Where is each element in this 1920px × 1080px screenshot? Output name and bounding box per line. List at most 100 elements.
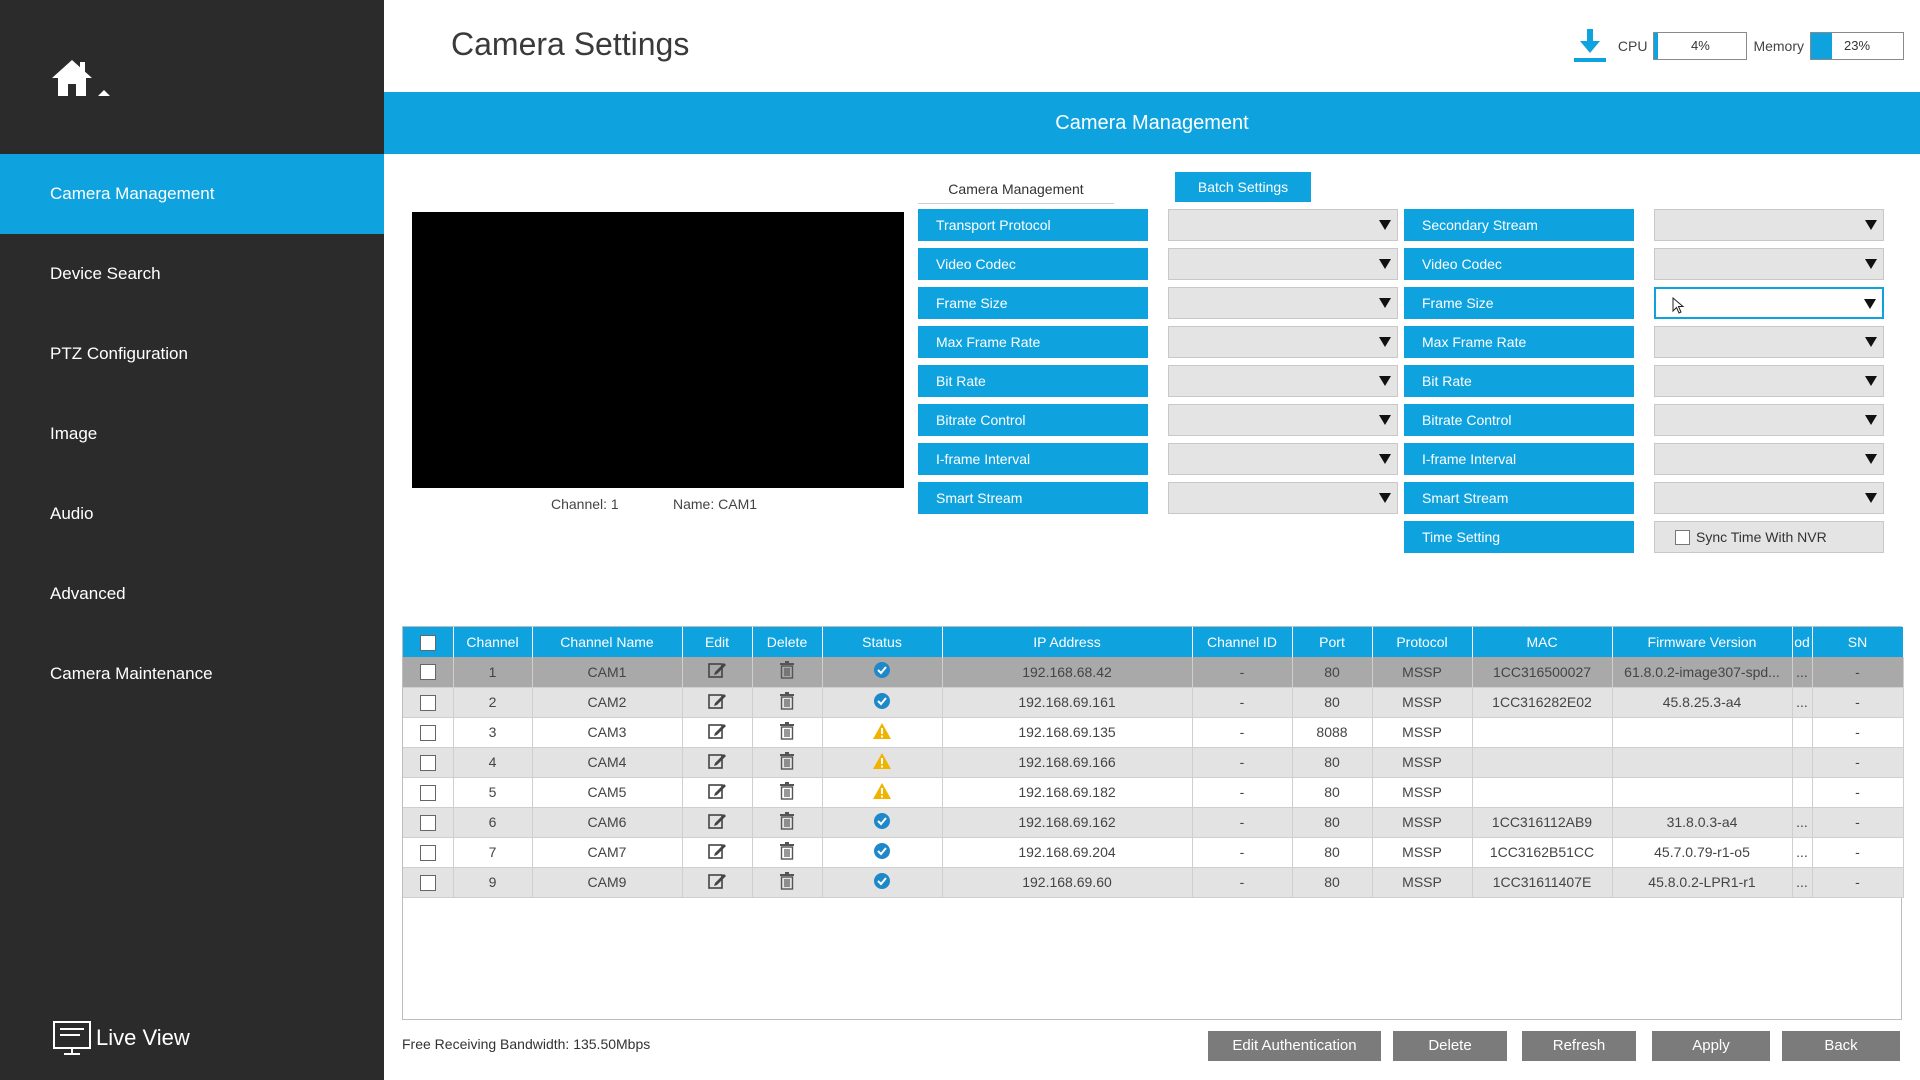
bandwidth-info: Free Receiving Bandwidth: 135.50Mbps	[402, 1036, 651, 1052]
sidebar: Camera Management Device Search PTZ Conf…	[0, 0, 384, 1080]
column-header[interactable]: Protocol	[1372, 627, 1473, 657]
sidebar-item-ptz-configuration[interactable]: PTZ Configuration	[0, 314, 384, 394]
row-checkbox[interactable]	[419, 814, 436, 831]
table-row[interactable]: 9 CAM9 192.168.69.60-80 MSSP 1CC31611407E 45.…	[403, 867, 1904, 898]
table-row[interactable]: 4 CAM4 192.168.69.166-80 MSSP -	[403, 747, 1904, 778]
delete-button[interactable]: Delete	[1393, 1031, 1507, 1061]
column-header[interactable]: MAC	[1472, 627, 1613, 657]
edit-authentication-button[interactable]: Edit Authentication	[1208, 1031, 1381, 1061]
select-secondary-frame-size[interactable]	[1654, 287, 1884, 319]
select-secondary-bitrate-control[interactable]	[1654, 404, 1884, 436]
row-checkbox[interactable]	[419, 664, 436, 681]
sidebar-item-audio[interactable]: Audio	[0, 474, 384, 554]
edit-icon[interactable]	[707, 781, 727, 804]
sidebar-item-camera-maintenance[interactable]: Camera Maintenance	[0, 634, 384, 714]
select-transport-protocol[interactable]	[1168, 209, 1398, 241]
sidebar-item-advanced[interactable]: Advanced	[0, 554, 384, 634]
row-checkbox[interactable]	[419, 724, 436, 741]
select-video-codec[interactable]	[1168, 248, 1398, 280]
tab-camera-management[interactable]: Camera Management	[918, 174, 1114, 204]
cell-edit	[682, 777, 753, 808]
sidebar-item-image[interactable]: Image	[0, 394, 384, 474]
cell-edit	[682, 747, 753, 778]
column-header[interactable]: Firmware Version	[1612, 627, 1793, 657]
sidebar-item-device-search[interactable]: Device Search	[0, 234, 384, 314]
table-row[interactable]: 6 CAM6 192.168.69.162-80 MSSP 1CC316112AB9 31…	[403, 807, 1904, 838]
column-header[interactable]: Delete	[752, 627, 823, 657]
row-checkbox[interactable]	[419, 844, 436, 861]
cell-channel-name: CAM6	[532, 807, 683, 838]
column-header[interactable]: od	[1792, 627, 1813, 657]
select-secondary-stream[interactable]	[1654, 209, 1884, 241]
sidebar-item-camera-management[interactable]: Camera Management	[0, 154, 384, 234]
edit-icon[interactable]	[707, 751, 727, 774]
edit-icon[interactable]	[707, 811, 727, 834]
home-icon[interactable]	[50, 56, 114, 100]
table-row[interactable]: 1 CAM1 192.168.68.42-80 MSSP 1CC316500027 61.…	[403, 657, 1904, 688]
cell-port: 80	[1292, 687, 1373, 718]
memory-meter: 23%	[1810, 32, 1904, 60]
trash-icon[interactable]	[779, 751, 795, 773]
trash-icon[interactable]	[779, 721, 795, 743]
table-row[interactable]: 7 CAM7 192.168.69.204-80 MSSP 1CC3162B51CC 45…	[403, 837, 1904, 868]
column-header[interactable]: Channel ID	[1192, 627, 1293, 657]
dropdown-arrow-icon	[1379, 454, 1391, 464]
select-all-checkbox[interactable]	[419, 634, 436, 651]
select-max-frame-rate[interactable]	[1168, 326, 1398, 358]
edit-icon[interactable]	[707, 660, 727, 683]
live-view-button[interactable]: Live View	[52, 1018, 190, 1058]
table-row[interactable]: 3 CAM3 192.168.69.135-8088 MSSP -	[403, 717, 1904, 748]
trash-icon[interactable]	[779, 781, 795, 803]
cell-delete	[752, 657, 823, 688]
trash-icon[interactable]	[779, 691, 795, 713]
sync-time-option: Sync Time With NVR	[1654, 521, 1884, 553]
refresh-button[interactable]: Refresh	[1522, 1031, 1636, 1061]
status-warning-icon	[872, 752, 892, 773]
memory-value: 23%	[1843, 38, 1871, 53]
select-bit-rate[interactable]	[1168, 365, 1398, 397]
select-secondary-max-frame-rate[interactable]	[1654, 326, 1884, 358]
edit-icon[interactable]	[707, 691, 727, 714]
back-button[interactable]: Back	[1782, 1031, 1900, 1061]
apply-button[interactable]: Apply	[1652, 1031, 1770, 1061]
column-header[interactable]: Edit	[682, 627, 753, 657]
select-frame-size[interactable]	[1168, 287, 1398, 319]
tab-batch-settings[interactable]: Batch Settings	[1175, 172, 1311, 202]
select-smart-stream[interactable]	[1168, 482, 1398, 514]
row-checkbox[interactable]	[419, 784, 436, 801]
download-icon[interactable]	[1572, 29, 1608, 63]
select-secondary-video-codec[interactable]	[1654, 248, 1884, 280]
column-header[interactable]: Port	[1292, 627, 1373, 657]
column-header[interactable]: Status	[822, 627, 943, 657]
edit-icon[interactable]	[707, 841, 727, 864]
trash-icon[interactable]	[779, 661, 795, 682]
edit-icon[interactable]	[707, 721, 727, 744]
edit-icon[interactable]	[707, 871, 727, 894]
trash-icon[interactable]	[779, 841, 795, 863]
column-header[interactable]: SN	[1812, 627, 1904, 657]
table-row[interactable]: 5 CAM5 192.168.69.182-80 MSSP -	[403, 777, 1904, 808]
column-header[interactable]: IP Address	[942, 627, 1193, 657]
trash-icon[interactable]	[779, 871, 795, 893]
cell-select	[403, 867, 454, 898]
dropdown-arrow-icon	[1865, 454, 1877, 464]
select-secondary-iframe-interval[interactable]	[1654, 443, 1884, 475]
select-secondary-smart-stream[interactable]	[1654, 482, 1884, 514]
column-header[interactable]: Channel	[453, 627, 533, 657]
column-header[interactable]: Channel Name	[532, 627, 683, 657]
row-checkbox[interactable]	[419, 874, 436, 891]
trash-icon[interactable]	[779, 811, 795, 833]
cell-port: 80	[1292, 807, 1373, 838]
row-checkbox[interactable]	[419, 754, 436, 771]
cell-protocol: MSSP	[1372, 657, 1473, 688]
table-row[interactable]: 2 CAM2 192.168.69.161-80 MSSP 1CC316282E02 45…	[403, 687, 1904, 718]
select-iframe-interval[interactable]	[1168, 443, 1398, 475]
cell-mac: 1CC316112AB9	[1472, 807, 1613, 838]
select-bitrate-control[interactable]	[1168, 404, 1398, 436]
label-secondary-video-codec: Video Codec	[1404, 248, 1634, 280]
row-checkbox[interactable]	[419, 694, 436, 711]
sync-time-checkbox[interactable]	[1675, 529, 1690, 545]
cell-mac	[1472, 777, 1613, 808]
select-secondary-bit-rate[interactable]	[1654, 365, 1884, 397]
cell-firmware: 45.8.0.2-LPR1-r1	[1612, 867, 1793, 898]
